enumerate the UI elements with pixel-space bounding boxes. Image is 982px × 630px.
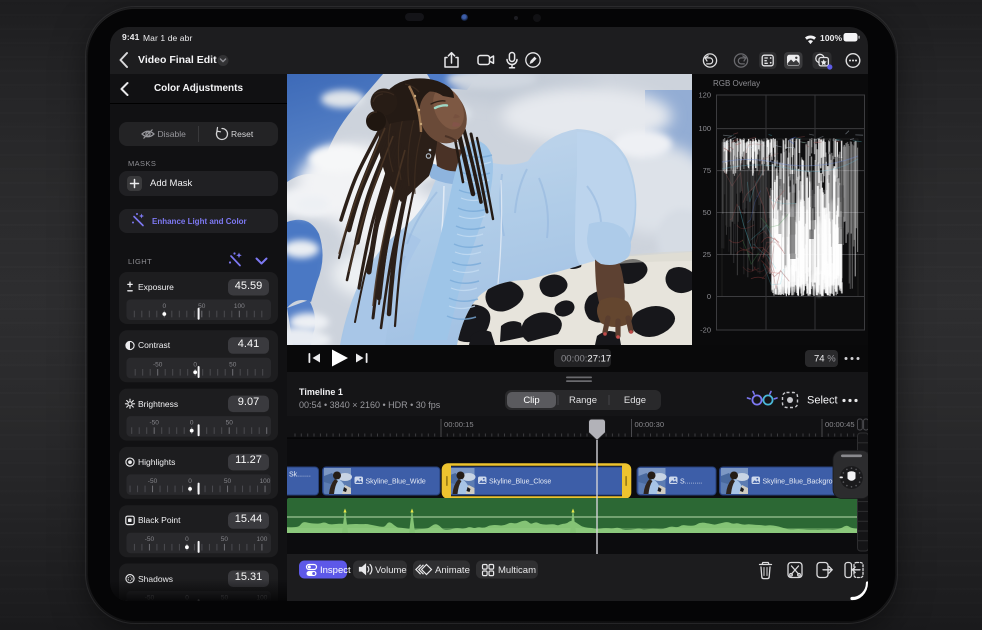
svg-text:25: 25 [703, 250, 711, 259]
svg-text:Select: Select [807, 395, 838, 407]
svg-text:Skyline_Blue_Close: Skyline_Blue_Close [489, 479, 551, 486]
svg-text:100: 100 [260, 478, 271, 485]
svg-text:00:00:30: 00:00:30 [635, 420, 665, 429]
svg-text:-50: -50 [153, 361, 163, 368]
svg-text:0: 0 [185, 536, 189, 543]
svg-text:S.........: S......... [680, 479, 702, 486]
svg-text:Clip: Clip [523, 395, 539, 406]
svg-text:Sk.......: Sk....... [289, 472, 311, 479]
svg-text:-50: -50 [149, 420, 159, 427]
svg-text:0: 0 [707, 292, 711, 301]
svg-text:-50: -50 [145, 536, 155, 543]
svg-text:Skyline_Blue_Wide: Skyline_Blue_Wide [366, 479, 426, 486]
svg-text:Edge: Edge [624, 395, 646, 406]
svg-text:00:00:15: 00:00:15 [444, 420, 474, 429]
svg-text:Animate: Animate [435, 565, 470, 576]
svg-text:00:00:27:17: 00:00:27:17 [561, 354, 611, 365]
svg-text:Inspect: Inspect [320, 565, 351, 576]
svg-text:0: 0 [188, 478, 192, 485]
svg-text:75: 75 [703, 166, 711, 175]
svg-text:0: 0 [193, 361, 197, 368]
svg-text:100: 100 [234, 303, 245, 310]
svg-text:50: 50 [221, 536, 229, 543]
svg-text:74 %: 74 % [814, 354, 836, 365]
svg-text:50: 50 [229, 361, 237, 368]
svg-text:50: 50 [703, 208, 711, 217]
svg-text:100: 100 [698, 124, 711, 133]
svg-text:0: 0 [162, 303, 166, 310]
svg-text:RGB Overlay: RGB Overlay [713, 79, 760, 88]
svg-text:00:00:45: 00:00:45 [825, 420, 855, 429]
svg-text:50: 50 [224, 478, 232, 485]
svg-text:120: 120 [698, 91, 711, 100]
svg-text:50: 50 [226, 420, 234, 427]
svg-text:100: 100 [256, 536, 267, 543]
svg-text:-20: -20 [700, 326, 711, 335]
svg-text:-50: -50 [148, 478, 158, 485]
svg-text:Skyline_Blue_Backgroun: Skyline_Blue_Backgroun [763, 479, 841, 486]
svg-text:Volume: Volume [375, 565, 407, 576]
svg-text:Multicam: Multicam [498, 565, 536, 576]
svg-text:0: 0 [190, 420, 194, 427]
svg-text:Range: Range [569, 395, 597, 406]
